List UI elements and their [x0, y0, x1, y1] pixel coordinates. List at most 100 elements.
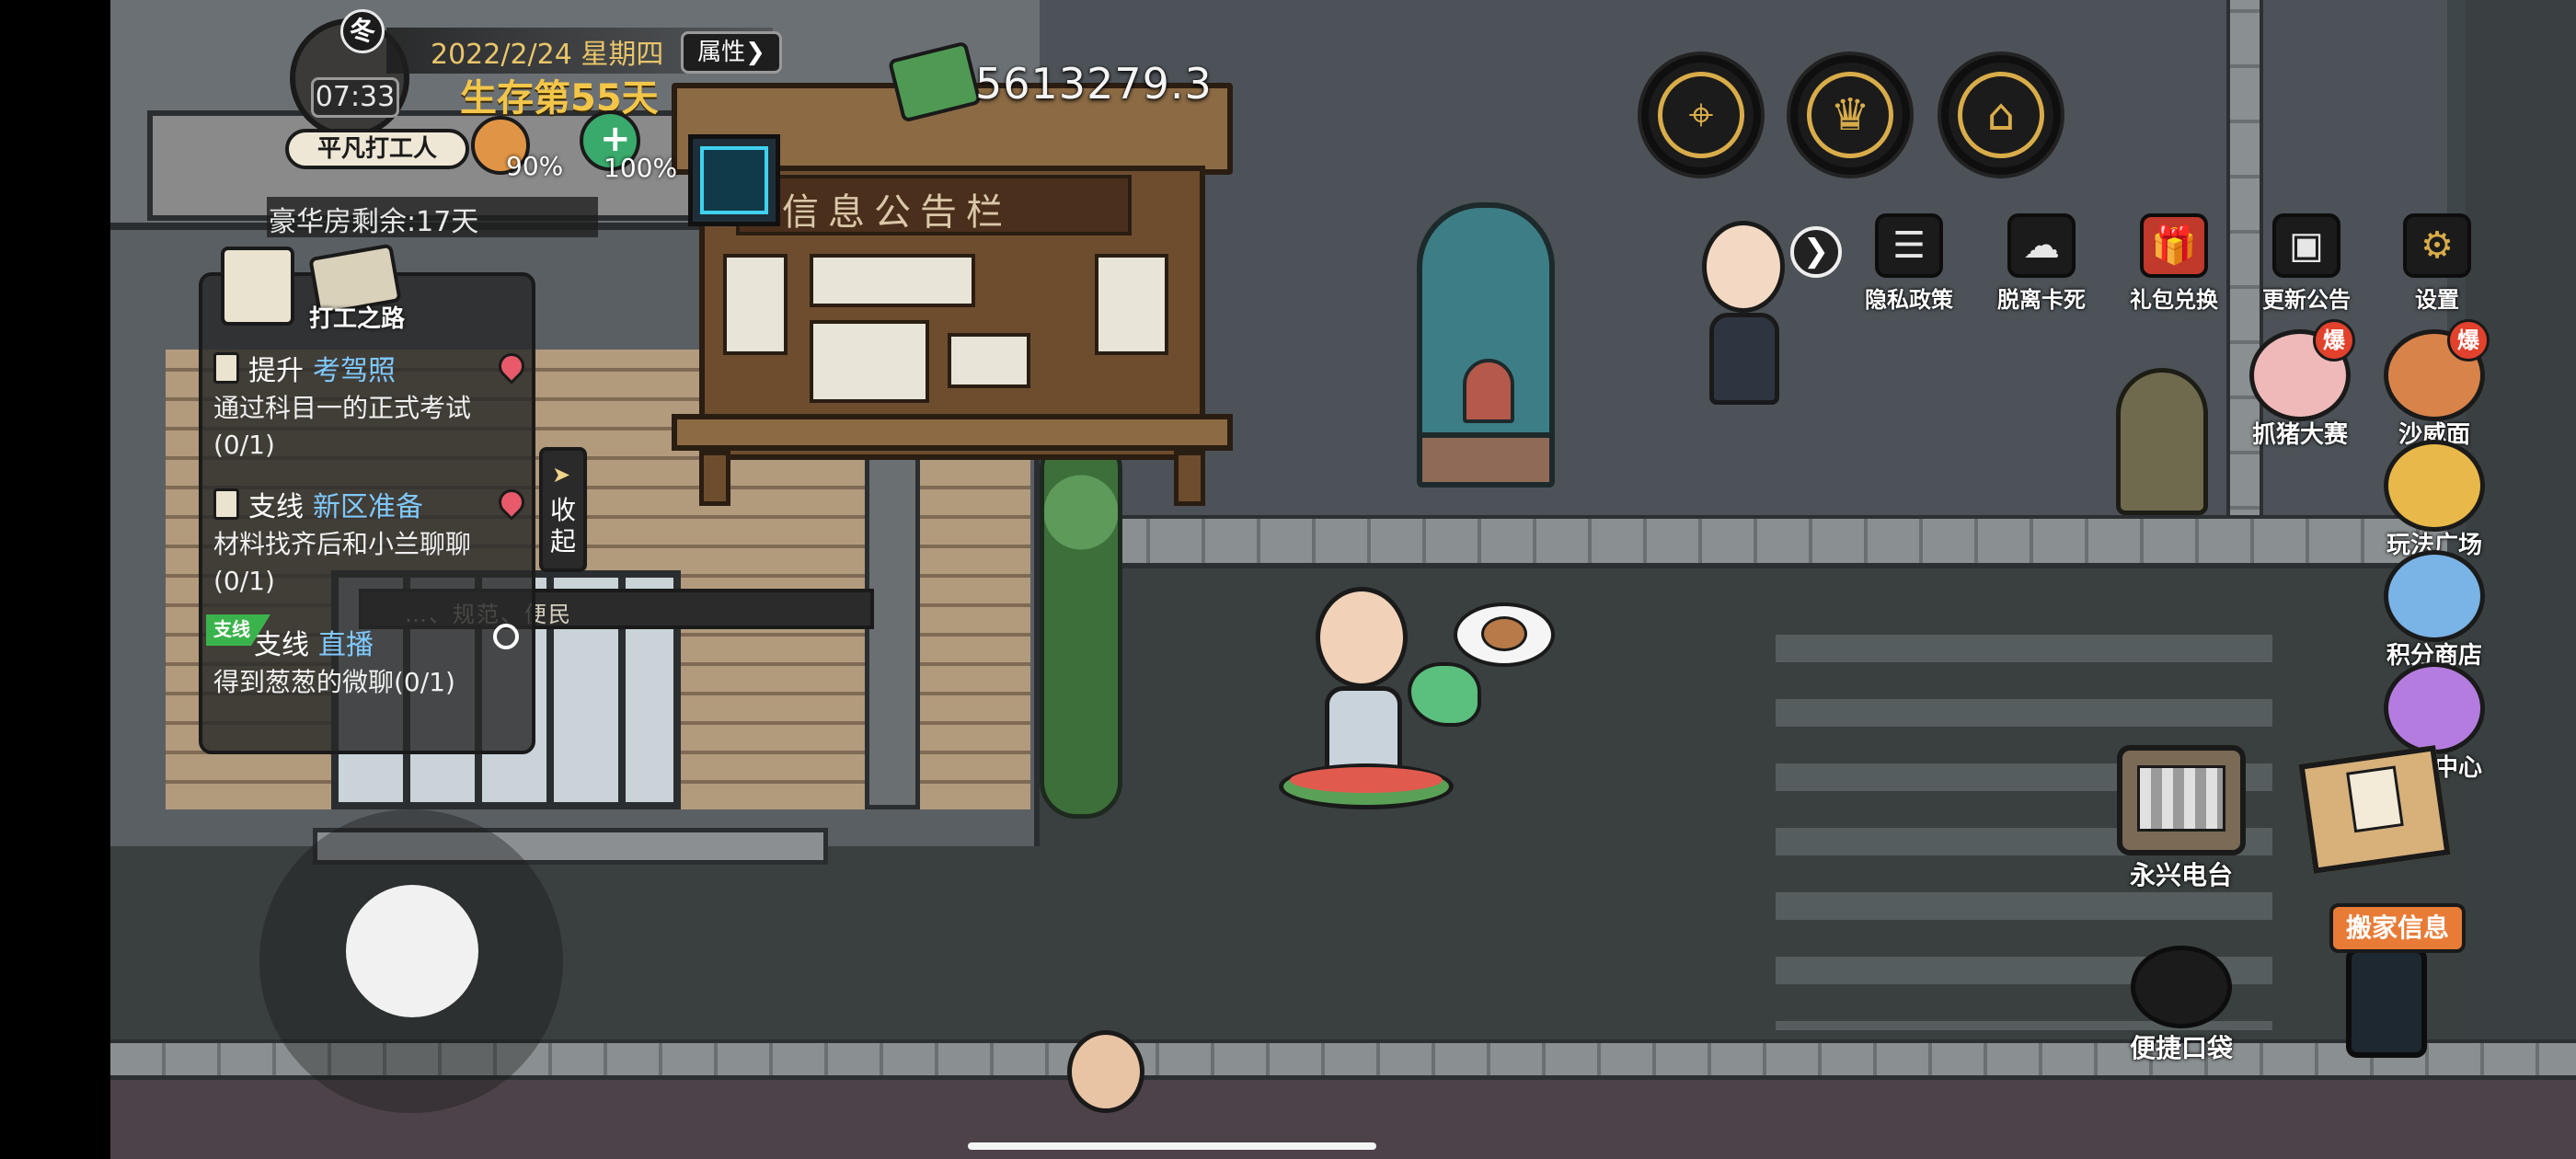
clipboard-icon [213, 352, 239, 384]
cloud-icon: ☁ [2007, 213, 2076, 278]
tv-icon [2117, 745, 2246, 855]
quest-type: 支线 [254, 629, 309, 661]
season-indicator: 冬 [340, 9, 385, 53]
running-man-icon [700, 146, 768, 214]
quest-name: 直播 [318, 629, 374, 661]
collapse-button[interactable]: ➤ 收起 [539, 447, 587, 572]
money-value: 5613279.3 [975, 59, 1213, 109]
phone-icon [2346, 947, 2427, 1058]
carousel-icon [2384, 440, 2485, 532]
quest-item[interactable]: 支线 新区准备 材料找齐后和小兰聊聊(0/1) [213, 484, 530, 600]
game-date: 2022/2/24 星期四 [431, 39, 664, 71]
game-clock: 07:33 [311, 77, 399, 118]
board-leg [1174, 451, 1205, 506]
quick-pocket-button[interactable]: 便捷口袋 [2112, 946, 2250, 1065]
luxury-room-remaining: 豪华房剩余:17天 [269, 206, 479, 238]
quest-description: 材料找齐后和小兰聊聊(0/1) [213, 529, 472, 596]
hot-badge: 爆 [2313, 319, 2355, 361]
gift-code-button[interactable]: 🎁 礼包兑换 [2114, 213, 2234, 314]
board-notice [810, 320, 929, 403]
post-box-door [1463, 359, 1514, 423]
points-shop-button[interactable]: 积分商店 [2370, 550, 2499, 671]
pig-icon: 爆 [2249, 319, 2355, 421]
attributes-label: 属性 [697, 39, 746, 66]
chevron-right-icon[interactable]: ❯ [1790, 226, 1842, 278]
shop-icon [2384, 550, 2485, 642]
menu-label: 隐私政策 [1865, 287, 1953, 313]
npc-passerby[interactable] [1049, 1030, 1159, 1159]
post-box-base [1417, 432, 1555, 488]
game-scene: …、规范、便民 信息公告栏 冬 07:33 2022/2/24 星期 [110, 0, 2576, 1159]
player-title-badge[interactable]: 平凡打工人 [285, 129, 469, 169]
quest-name: 考驾照 [313, 355, 396, 387]
menu-label: 礼包兑换 [2130, 287, 2218, 313]
search-icon[interactable] [493, 624, 519, 649]
map-button[interactable]: ⌖ [1641, 55, 1761, 175]
move-info-label: 搬家信息 [2329, 903, 2466, 953]
achievements-button[interactable]: ♛ [1790, 55, 1910, 175]
menu-label: 更新公告 [2262, 287, 2351, 313]
quest-list-tab[interactable] [221, 247, 294, 326]
parcel-box-icon [2298, 745, 2451, 874]
board-notice [1095, 254, 1168, 355]
board-notice [723, 254, 788, 355]
clipboard-icon [213, 488, 239, 520]
watermelon-flesh [1290, 767, 1443, 793]
board-title: 信息公告栏 [782, 191, 1012, 234]
sprint-button[interactable] [688, 134, 780, 226]
menu-label: 脱离卡死 [1997, 287, 2086, 313]
bag-icon [2131, 946, 2232, 1028]
curb [1040, 515, 2447, 568]
quick-pocket-label: 便捷口袋 [2129, 1033, 2233, 1063]
play-plaza-button[interactable]: 玩法广场 [2370, 440, 2499, 560]
privacy-policy-button[interactable]: ☰ 隐私政策 [1849, 213, 1969, 314]
joystick-knob[interactable] [346, 885, 478, 1017]
hot-badge: 爆 [2447, 319, 2490, 361]
move-info-button[interactable]: 搬家信息 [2309, 903, 2466, 1067]
backpack-button[interactable]: ⌂ [1941, 55, 2061, 175]
map-pin-icon: ⌖ [1688, 89, 1714, 141]
board-notice [810, 254, 975, 307]
settings-button[interactable]: ⚙ 设置 [2377, 213, 2497, 314]
delivery-box[interactable] [2278, 736, 2471, 892]
npc-head [1702, 221, 1785, 313]
unstuck-button[interactable]: ☁ 脱离卡死 [1982, 213, 2101, 314]
home-indicator[interactable] [968, 1142, 1376, 1150]
work-road-label: 打工之路 [309, 305, 406, 333]
board-base [672, 414, 1233, 451]
notice-icon: ▣ [2272, 213, 2340, 278]
npc-office-woman[interactable] [1684, 212, 1803, 414]
quest-item[interactable]: 支线 支线 直播 得到葱葱的微聊(0/1) [206, 614, 524, 701]
noodle-bowl-icon: 爆 [2384, 319, 2490, 421]
radio-station-button[interactable]: 永兴电台 [2103, 745, 2260, 892]
quest-type: 提升 [248, 355, 304, 387]
quest-description: 通过科目一的正式考试(0/1) [213, 393, 472, 460]
document-icon: ☰ [1875, 213, 1943, 278]
quest-item[interactable]: 提升 考驾照 通过科目一的正式考试(0/1) [213, 348, 530, 464]
hunger-value: 90% [506, 151, 564, 181]
attributes-button[interactable]: 属性❯ [681, 31, 782, 74]
quest-name: 新区准备 [313, 491, 423, 523]
board-leg [699, 451, 730, 506]
food-icon [1481, 616, 1527, 651]
health-value: 100% [604, 153, 678, 183]
backpack-icon: ⌂ [1986, 89, 2016, 141]
player-head [1316, 587, 1408, 688]
street-lamp [2116, 368, 2208, 515]
pig-contest-button[interactable]: 爆抓猪大赛 [2236, 319, 2364, 450]
update-notice-button[interactable]: ▣ 更新公告 [2247, 213, 2366, 314]
collapse-label: 收起 [550, 495, 577, 557]
quest-description: 得到葱葱的微聊(0/1) [213, 667, 455, 697]
npc-head [1067, 1030, 1144, 1113]
chevron-right-icon: ❯ [745, 39, 765, 66]
radio-station-label: 永兴电台 [2129, 860, 2233, 890]
board-notice [948, 333, 1030, 388]
menu-label: 设置 [2415, 287, 2459, 313]
npc-body [1709, 313, 1779, 405]
trophy-icon: ♛ [1830, 89, 1870, 141]
shawarma-button[interactable]: 爆沙威面 [2370, 319, 2499, 450]
quest-type: 支线 [248, 491, 304, 523]
survival-days: 生存第55天 [460, 77, 659, 120]
gear-icon: ⚙ [2403, 213, 2471, 278]
gift-icon: 🎁 [2140, 213, 2208, 278]
